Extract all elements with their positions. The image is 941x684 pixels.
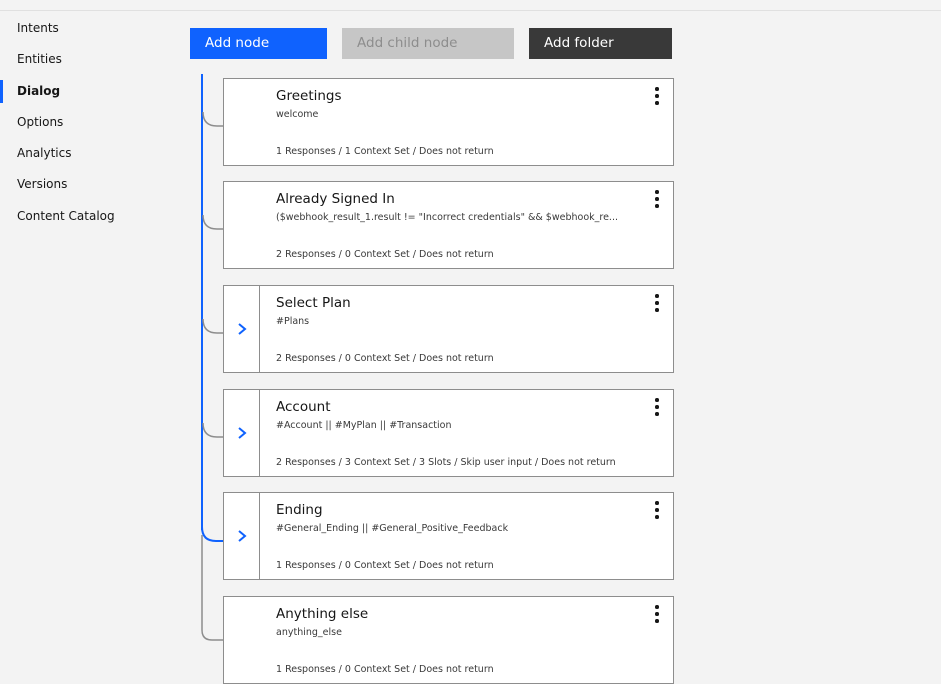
tree-connector-account	[202, 422, 223, 438]
overflow-menu-vertical-icon[interactable]	[651, 500, 663, 520]
dialog-node-anything-else[interactable]: Anything else anything_else 1 Responses …	[223, 596, 674, 684]
dialog-node-select-plan[interactable]: Select Plan #Plans 2 Responses / 0 Conte…	[223, 285, 674, 373]
node-condition: anything_else	[276, 627, 342, 638]
expand-node-button[interactable]	[224, 286, 260, 372]
add-child-node-button[interactable]: Add child node	[342, 28, 514, 59]
node-title: Anything else	[276, 606, 369, 622]
tree-connector-already-signed-in	[202, 214, 223, 230]
overflow-menu-vertical-icon[interactable]	[651, 189, 663, 209]
sidebar-item-content-catalog[interactable]: Content Catalog	[0, 201, 170, 232]
chevron-right-icon	[238, 323, 247, 335]
node-title: Select Plan	[276, 295, 351, 311]
node-condition: #Account || #MyPlan || #Transaction	[276, 420, 452, 431]
node-title: Ending	[276, 502, 323, 518]
overflow-menu-vertical-icon[interactable]	[651, 397, 663, 417]
chevron-right-icon	[238, 530, 247, 542]
node-summary: 2 Responses / 3 Context Set / 3 Slots / …	[276, 457, 616, 468]
sidebar-item-versions[interactable]: Versions	[0, 169, 170, 200]
overflow-menu-vertical-icon[interactable]	[651, 604, 663, 624]
dialog-node-already-signed-in[interactable]: Already Signed In ($webhook_result_1.res…	[223, 181, 674, 269]
overflow-menu-vertical-icon[interactable]	[651, 293, 663, 313]
node-summary: 2 Responses / 0 Context Set / Does not r…	[276, 353, 494, 364]
tree-connector-ending	[201, 526, 223, 542]
node-condition: #General_Ending || #General_Positive_Fee…	[276, 523, 509, 534]
chevron-right-icon	[238, 427, 247, 439]
add-folder-button[interactable]: Add folder	[529, 28, 672, 59]
node-condition: #Plans	[276, 316, 310, 327]
sidebar-item-options[interactable]: Options	[0, 107, 170, 138]
overflow-menu-vertical-icon[interactable]	[651, 86, 663, 106]
tree-connector-select-plan	[202, 318, 223, 334]
node-title: Greetings	[276, 88, 342, 104]
expand-node-button[interactable]	[224, 493, 260, 579]
node-condition: welcome	[276, 109, 319, 120]
node-title: Already Signed In	[276, 191, 395, 207]
top-divider	[0, 10, 941, 11]
node-title: Account	[276, 399, 331, 415]
node-condition: ($webhook_result_1.result != "Incorrect …	[276, 212, 618, 223]
dialog-node-greetings[interactable]: Greetings welcome 1 Responses / 1 Contex…	[223, 78, 674, 166]
dialog-node-ending[interactable]: Ending #General_Ending || #General_Posit…	[223, 492, 674, 580]
sidebar-item-dialog[interactable]: Dialog	[0, 76, 170, 107]
node-summary: 1 Responses / 1 Context Set / Does not r…	[276, 146, 494, 157]
node-summary: 1 Responses / 0 Context Set / Does not r…	[276, 664, 494, 675]
sidebar-item-intents[interactable]: Intents	[0, 13, 170, 44]
tree-connector-anything-else	[201, 535, 223, 641]
sidebar-nav: Intents Entities Dialog Options Analytic…	[0, 13, 170, 232]
node-summary: 1 Responses / 0 Context Set / Does not r…	[276, 560, 494, 571]
sidebar-item-entities[interactable]: Entities	[0, 44, 170, 75]
sidebar-item-analytics[interactable]: Analytics	[0, 138, 170, 169]
tree-connector-greetings	[202, 111, 223, 127]
expand-node-button[interactable]	[224, 390, 260, 476]
node-summary: 2 Responses / 0 Context Set / Does not r…	[276, 249, 494, 260]
add-node-button[interactable]: Add node	[190, 28, 327, 59]
dialog-node-account[interactable]: Account #Account || #MyPlan || #Transact…	[223, 389, 674, 477]
